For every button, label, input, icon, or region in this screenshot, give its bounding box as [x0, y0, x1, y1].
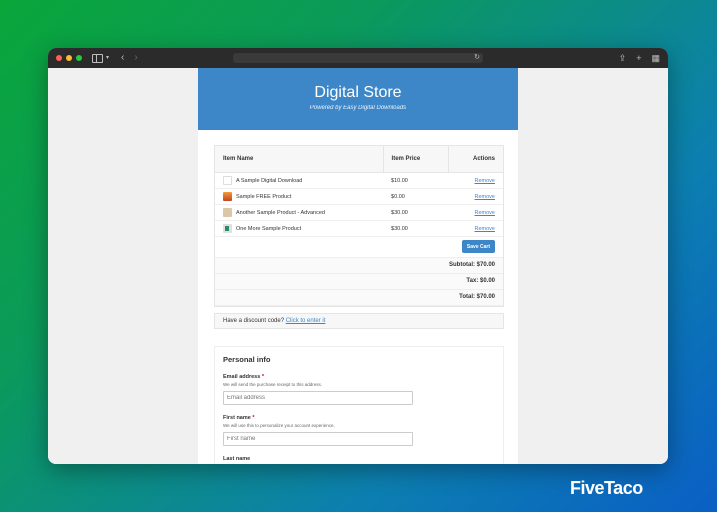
checkout-page: Digital Store Powered by Easy Digital Do…	[198, 68, 518, 464]
store-header: Digital Store Powered by Easy Digital Do…	[198, 68, 518, 130]
store-title: Digital Store	[314, 84, 402, 101]
col-item-name: Item Name	[215, 146, 384, 173]
personal-info-section: Personal info Email address * We will se…	[214, 346, 504, 464]
back-icon[interactable]: ‹	[121, 48, 124, 68]
first-name-label: First name *	[223, 415, 495, 421]
browser-window: ▾ ‹ › ↻ ⇪ + ▦ Digital Store Powered by E…	[48, 48, 668, 464]
total: Total: $70.00	[215, 290, 503, 306]
email-label-text: Email address	[223, 374, 261, 380]
reload-icon[interactable]: ↻	[474, 48, 480, 68]
first-name-label-text: First name	[223, 415, 251, 421]
required-mark: *	[252, 415, 255, 421]
product-thumbnail	[223, 192, 232, 201]
tab-overview-icon[interactable]: ▦	[651, 48, 660, 68]
zoom-window-button[interactable]	[76, 55, 82, 61]
section-title: Personal info	[223, 355, 271, 364]
save-cart-row: Save Cart	[215, 237, 503, 258]
remove-link[interactable]: Remove	[475, 210, 495, 216]
email-field[interactable]	[223, 391, 413, 405]
remove-link[interactable]: Remove	[475, 194, 495, 200]
required-mark: *	[261, 374, 264, 380]
browser-toolbar: ▾ ‹ › ↻ ⇪ + ▦	[48, 48, 668, 68]
product-thumbnail	[223, 224, 232, 233]
table-row: A Sample Digital Download $10.00 Remove	[215, 172, 503, 189]
store-subtitle: Powered by Easy Digital Downloads	[309, 105, 407, 111]
item-name: Another Sample Product - Advanced	[236, 209, 325, 216]
product-thumbnail	[223, 176, 232, 185]
window-controls	[56, 55, 82, 61]
item-name: One More Sample Product	[236, 225, 302, 232]
tax: Tax: $0.00	[215, 274, 503, 290]
first-name-description: We will use this to personalize your acc…	[223, 423, 335, 428]
chevron-down-icon[interactable]: ▾	[106, 48, 109, 68]
save-cart-button[interactable]: Save Cart	[461, 240, 495, 253]
remove-link[interactable]: Remove	[475, 226, 495, 232]
product-thumbnail	[223, 208, 232, 217]
email-label: Email address *	[223, 374, 495, 380]
item-price: $30.00	[383, 204, 449, 221]
item-price: $30.00	[383, 220, 449, 237]
new-tab-icon[interactable]: +	[636, 48, 641, 68]
sidebar-toggle-icon[interactable]	[92, 53, 103, 63]
col-item-price: Item Price	[382, 146, 449, 173]
table-row: Another Sample Product - Advanced $30.00…	[215, 204, 503, 221]
brand-logo: FiveTaco	[570, 478, 643, 498]
toolbar-right: ⇪ + ▦	[619, 48, 660, 68]
page-viewport: Digital Store Powered by Easy Digital Do…	[48, 68, 668, 464]
table-row: One More Sample Product $30.00 Remove	[215, 220, 503, 237]
discount-prompt: Have a discount code?	[223, 318, 285, 324]
discount-box: Have a discount code? Click to enter it	[214, 313, 504, 329]
email-description: We will send the purchase receipt to thi…	[223, 382, 322, 387]
col-actions: Actions	[448, 146, 503, 173]
item-name: A Sample Digital Download	[236, 177, 303, 184]
forward-icon[interactable]: ›	[134, 48, 137, 68]
first-name-field[interactable]	[223, 432, 413, 446]
item-price: $0.00	[383, 188, 449, 205]
close-window-button[interactable]	[56, 55, 62, 61]
remove-link[interactable]: Remove	[475, 178, 495, 184]
address-bar[interactable]: ↻	[233, 53, 483, 63]
item-price: $10.00	[383, 172, 449, 189]
minimize-window-button[interactable]	[66, 55, 72, 61]
last-name-label: Last name	[223, 456, 251, 462]
share-icon[interactable]: ⇪	[619, 48, 627, 68]
table-row: Sample FREE Product $0.00 Remove	[215, 188, 503, 205]
discount-link[interactable]: Click to enter it	[286, 318, 326, 324]
subtotal: Subtotal: $70.00	[215, 258, 503, 274]
cart-table: Item Name Item Price Actions A Sample Di…	[214, 145, 504, 307]
item-name: Sample FREE Product	[236, 193, 292, 200]
